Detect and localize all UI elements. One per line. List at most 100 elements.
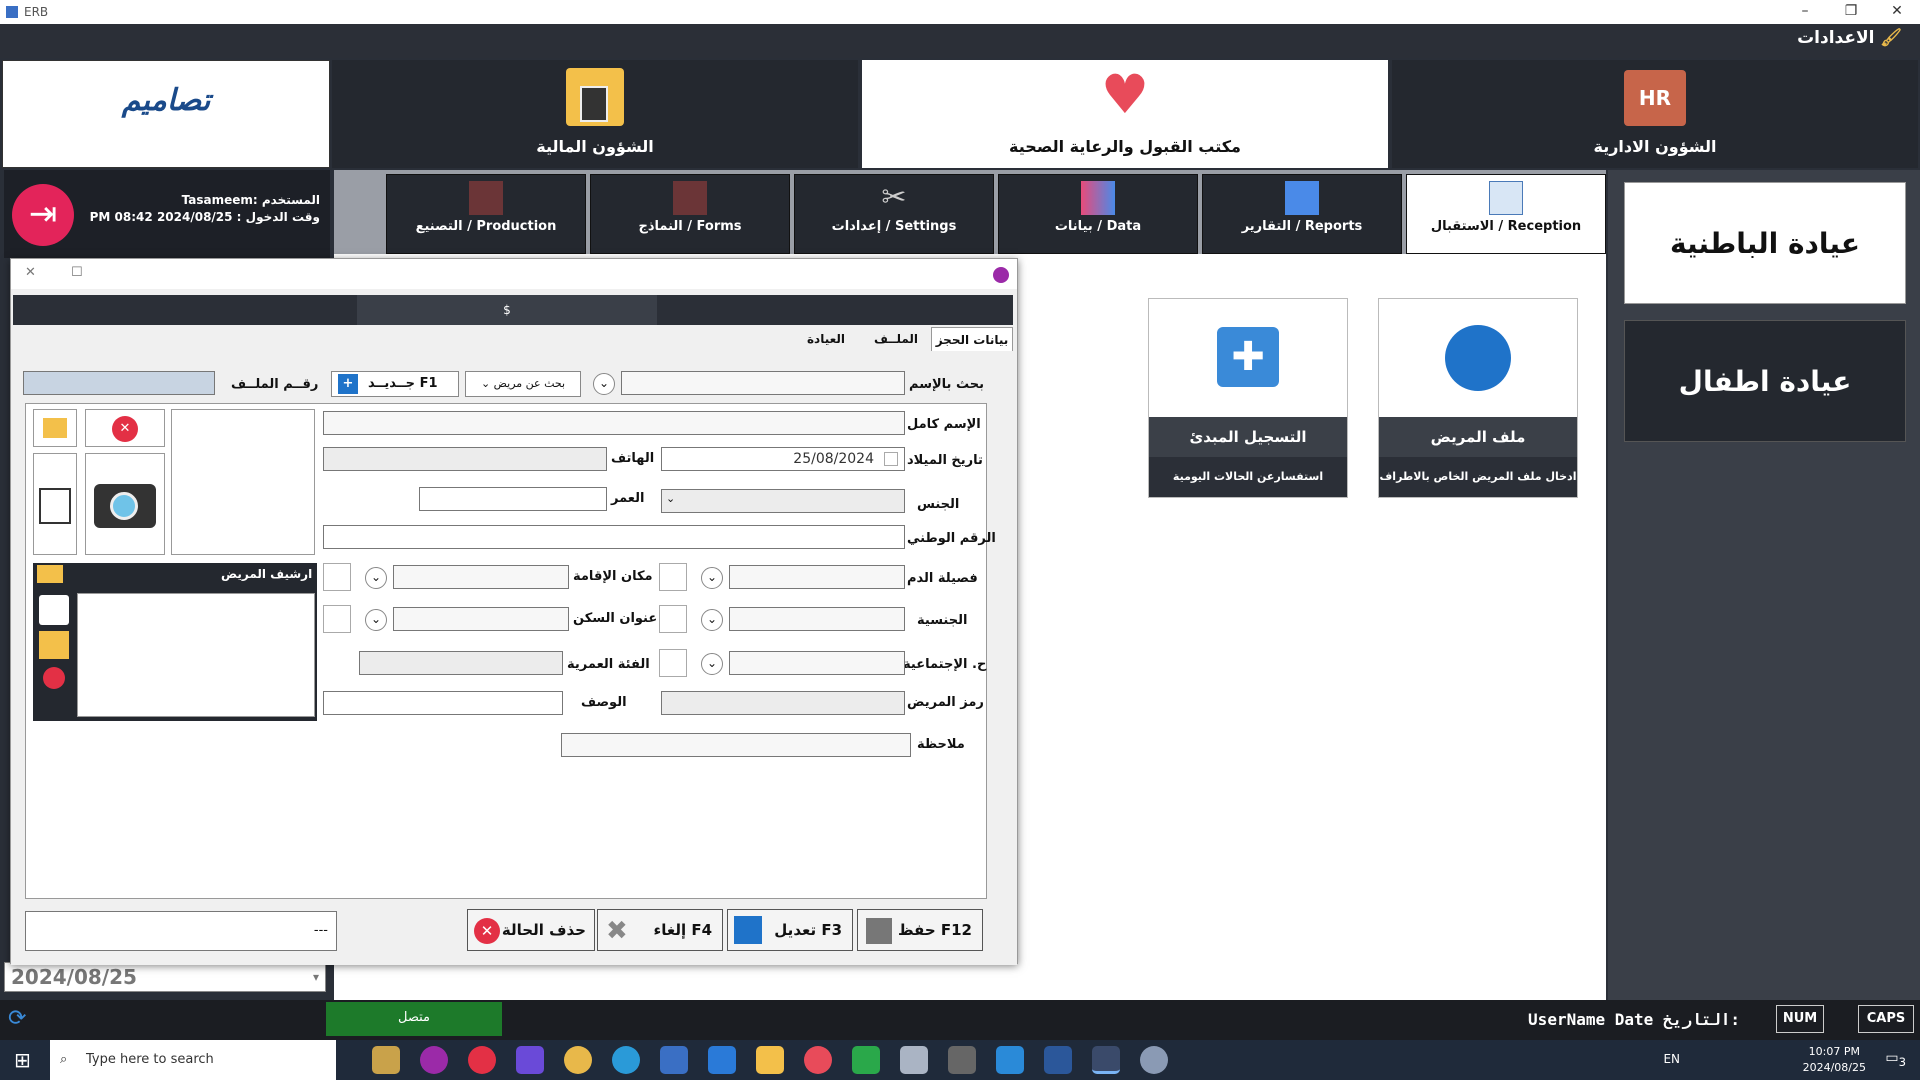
date-picker[interactable]: 2024/08/25 ▾	[4, 962, 326, 992]
description-input[interactable]	[323, 691, 563, 715]
nationality-select[interactable]	[729, 607, 905, 631]
finance-module-button[interactable]: الشؤون المالية	[332, 60, 858, 168]
taskbar-app-icon[interactable]	[516, 1046, 544, 1074]
residence-select[interactable]	[393, 565, 569, 589]
save-button[interactable]: حفظ F12	[857, 909, 983, 951]
close-button[interactable]: ✕	[1874, 0, 1920, 24]
tab-settings[interactable]: ✂ إعدادات / Settings	[794, 174, 994, 254]
delete-archive-icon[interactable]	[43, 667, 65, 689]
logout-icon[interactable]: ⇥	[12, 184, 74, 246]
file-number-input[interactable]	[23, 371, 215, 395]
dob-checkbox-icon	[884, 452, 898, 466]
address-label: عنوان السكن	[573, 611, 658, 626]
search-patient-button[interactable]: ⌄ بحث عن مريض	[465, 371, 581, 397]
archive-folder-icon[interactable]	[39, 631, 69, 659]
dob-picker[interactable]: 25/08/2024	[661, 447, 905, 471]
taskbar-app-icon[interactable]	[900, 1046, 928, 1074]
patient-booking-dialog: ✕ ☐ $ بيانات الحجز الملــف العيادة بحث ب…	[10, 258, 1018, 965]
search-icon: ⌕	[60, 1052, 68, 1067]
national-id-input[interactable]	[323, 525, 905, 549]
patient-code-input[interactable]	[661, 691, 905, 715]
taskbar-chrome-icon[interactable]	[564, 1046, 592, 1074]
taskbar-erb-icon[interactable]	[1092, 1046, 1120, 1074]
clinic-pediatrics-button[interactable]: عيادة اطفال	[1624, 320, 1906, 442]
social-status-select[interactable]	[729, 651, 905, 675]
taskbar-app-icon[interactable]	[996, 1046, 1024, 1074]
start-icon[interactable]: ⊞	[14, 1048, 31, 1072]
address-dropdown-icon[interactable]: ⌄	[365, 609, 387, 631]
taskbar-search[interactable]: ⌕ Type here to search	[50, 1040, 336, 1080]
medical-folder-icon: ✚	[1217, 327, 1279, 387]
taskbar-app-icon[interactable]	[420, 1046, 448, 1074]
add-residence-icon[interactable]	[323, 563, 351, 591]
initial-registration-card[interactable]: ✚ التسجيل المبدئ استفسارعن الحالات اليوم…	[1148, 298, 1348, 498]
tab-reports[interactable]: التقارير / Reports	[1202, 174, 1402, 254]
blood-dropdown-icon[interactable]: ⌄	[701, 567, 723, 589]
menu-bar: 🖌 الاعدادات	[0, 24, 1920, 58]
add-nationality-icon[interactable]	[659, 605, 687, 633]
taskbar-app-icon[interactable]	[804, 1046, 832, 1074]
search-name-input[interactable]	[621, 371, 905, 395]
tab-forms[interactable]: النماذج / Forms	[590, 174, 790, 254]
new-button[interactable]: + جــديــد F1	[331, 371, 459, 397]
address-select[interactable]	[393, 607, 569, 631]
dialog-maximize-icon[interactable]: ☐	[71, 265, 83, 280]
taskbar-app-icon[interactable]	[372, 1046, 400, 1074]
age-input[interactable]	[419, 487, 607, 511]
tab-booking-data[interactable]: بيانات الحجز	[931, 327, 1013, 351]
patient-file-card[interactable]: ملف المريض ادخال ملف المريض الخاص بالاطر…	[1378, 298, 1578, 498]
restore-button[interactable]: ❐	[1828, 0, 1874, 24]
file-number-label: رقــم الملــف	[231, 377, 319, 392]
taskbar-calculator-icon[interactable]	[948, 1046, 976, 1074]
remove-photo-button[interactable]: ✕	[85, 409, 165, 447]
settings-menu[interactable]: 🖌 الاعدادات	[1797, 28, 1902, 48]
notification-icon[interactable]: ▭3	[1885, 1050, 1906, 1069]
dialog-close-icon[interactable]: ✕	[25, 265, 36, 280]
tab-data[interactable]: بيانات / Data	[998, 174, 1198, 254]
taskbar-word-icon[interactable]	[1044, 1046, 1072, 1074]
taskbar-app-icon[interactable]	[660, 1046, 688, 1074]
hr-module-button[interactable]: HR الشؤون الادارية	[1392, 60, 1918, 168]
scan-button[interactable]	[33, 453, 77, 555]
taskbar-explorer-icon[interactable]	[756, 1046, 784, 1074]
residence-dropdown-icon[interactable]: ⌄	[365, 567, 387, 589]
tab-reception[interactable]: الاستقبال / Reception	[1406, 174, 1606, 254]
open-folder-button[interactable]	[33, 409, 77, 447]
folder-icon	[43, 418, 67, 438]
taskbar-edge-icon[interactable]	[612, 1046, 640, 1074]
social-dropdown-icon[interactable]: ⌄	[701, 653, 723, 675]
tab-clinic[interactable]: العيادة	[793, 327, 859, 351]
age-group-input[interactable]	[359, 651, 563, 675]
refresh-icon[interactable]: ⟳	[8, 1006, 26, 1031]
blood-type-select[interactable]	[729, 565, 905, 589]
add-document-icon[interactable]	[39, 595, 69, 625]
tray-clock[interactable]: 10:07 PM 2024/08/25	[1803, 1044, 1866, 1076]
archive-list[interactable]	[77, 593, 315, 717]
taskbar-opera-icon[interactable]	[468, 1046, 496, 1074]
clinic-internal-button[interactable]: عيادة الباطنية	[1624, 182, 1906, 304]
add-social-status-icon[interactable]	[659, 649, 687, 677]
tab-file[interactable]: الملــف	[863, 327, 929, 351]
photo-box	[171, 409, 315, 555]
taskbar-mail-icon[interactable]	[708, 1046, 736, 1074]
camera-button[interactable]	[85, 453, 165, 555]
full-name-input[interactable]	[323, 411, 905, 435]
note-input[interactable]	[561, 733, 911, 757]
add-address-icon[interactable]	[323, 605, 351, 633]
archive-label: ارشيف المريض	[221, 567, 313, 581]
cancel-button[interactable]: ✖ إلغاء F4	[597, 909, 723, 951]
tab-production[interactable]: التصنيع / Production	[386, 174, 586, 254]
add-blood-type-icon[interactable]	[659, 563, 687, 591]
delete-case-button[interactable]: ✕ حذف الحالة	[467, 909, 595, 951]
edit-button[interactable]: تعديل F3	[727, 909, 853, 951]
nationality-dropdown-icon[interactable]: ⌄	[701, 609, 723, 631]
admission-module-button[interactable]: ♥ مكتب القبول والرعاية الصحية	[862, 60, 1388, 168]
gender-select[interactable]: ⌄	[661, 489, 905, 513]
phone-input[interactable]	[323, 447, 607, 471]
taskbar-app-icon[interactable]	[1140, 1046, 1168, 1074]
search-dropdown-icon[interactable]: ⌄	[593, 373, 615, 395]
initial-registration-desc: استفسارعن الحالات اليومية	[1149, 457, 1347, 497]
taskbar-app-icon[interactable]	[852, 1046, 880, 1074]
minimize-button[interactable]: –	[1782, 0, 1828, 24]
patient-file-title: ملف المريض	[1379, 417, 1577, 457]
